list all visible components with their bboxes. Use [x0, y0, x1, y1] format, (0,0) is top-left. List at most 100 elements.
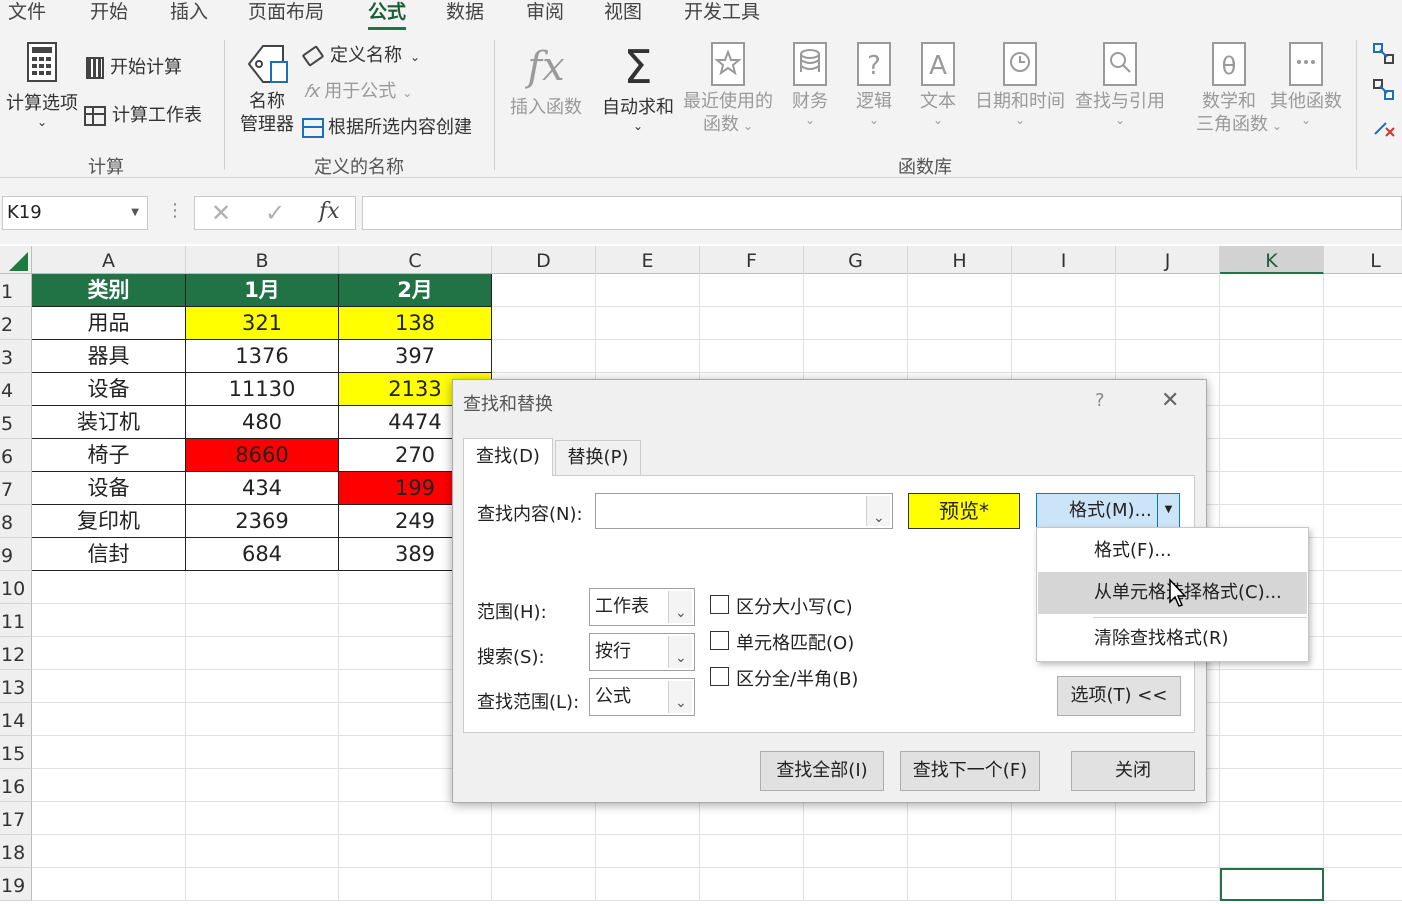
find-all-button[interactable]: 查找全部(I) — [760, 751, 884, 791]
tab-developer[interactable]: 开发工具 — [684, 0, 760, 30]
cell[interactable] — [32, 769, 186, 802]
cell[interactable] — [186, 703, 339, 736]
cell[interactable]: 设备 — [32, 373, 186, 406]
cell[interactable] — [492, 307, 596, 340]
column-header[interactable]: J — [1116, 246, 1220, 274]
cell[interactable] — [32, 670, 186, 703]
cell[interactable] — [1220, 703, 1324, 736]
cell[interactable] — [1324, 868, 1402, 901]
cell[interactable] — [804, 835, 908, 868]
cell[interactable] — [1324, 307, 1402, 340]
cell[interactable] — [908, 340, 1012, 373]
autosum-button[interactable]: Σ 自动求和 ⌄ — [598, 42, 678, 133]
cell[interactable]: 设备 — [32, 472, 186, 505]
row-header[interactable]: 16 — [0, 769, 32, 802]
tab-find[interactable]: 查找(D) — [463, 438, 553, 476]
row-header[interactable]: 14 — [0, 703, 32, 736]
cell[interactable] — [339, 868, 492, 901]
tab-review[interactable]: 审阅 — [526, 0, 564, 30]
row-header[interactable]: 3 — [0, 340, 32, 373]
name-box[interactable]: K19 ▼ — [2, 196, 148, 230]
row-header[interactable]: 10 — [0, 571, 32, 604]
tab-home[interactable]: 开始 — [90, 0, 128, 30]
find-what-combo[interactable]: ⌄ — [595, 493, 893, 529]
row-header[interactable]: 2 — [0, 307, 32, 340]
select-all-corner[interactable] — [0, 246, 32, 274]
format-split-button[interactable]: 格式(M)... ▼ — [1036, 493, 1180, 529]
column-header[interactable]: C — [339, 246, 492, 274]
match-width-checkbox[interactable] — [710, 667, 729, 686]
cell[interactable] — [1012, 340, 1116, 373]
cell[interactable]: 装订机 — [32, 406, 186, 439]
row-header[interactable]: 17 — [0, 802, 32, 835]
cell[interactable] — [1324, 472, 1402, 505]
cell[interactable] — [32, 736, 186, 769]
cell[interactable] — [1012, 802, 1116, 835]
cell[interactable]: 397 — [339, 340, 492, 373]
cell[interactable] — [1220, 736, 1324, 769]
lookin-select[interactable]: 公式 ⌄ — [589, 678, 695, 716]
logical-button[interactable]: ? 逻辑 ⌄ — [850, 42, 898, 127]
row-header[interactable]: 19 — [0, 868, 32, 901]
cell[interactable]: 器具 — [32, 340, 186, 373]
cell[interactable] — [804, 868, 908, 901]
column-header[interactable]: G — [804, 246, 908, 274]
column-header[interactable]: A — [32, 246, 186, 274]
cell[interactable]: 8660 — [186, 439, 339, 472]
cell[interactable] — [1324, 637, 1402, 670]
cell[interactable] — [1116, 802, 1220, 835]
cell[interactable] — [186, 637, 339, 670]
row-header[interactable]: 4 — [0, 373, 32, 406]
cell[interactable] — [492, 340, 596, 373]
cell[interactable]: 480 — [186, 406, 339, 439]
column-header[interactable]: D — [492, 246, 596, 274]
help-button[interactable]: ? — [1095, 390, 1105, 411]
cell[interactable] — [700, 307, 804, 340]
row-header[interactable]: 15 — [0, 736, 32, 769]
column-header[interactable]: L — [1324, 246, 1402, 274]
row-header[interactable]: 6 — [0, 439, 32, 472]
cell[interactable] — [1012, 835, 1116, 868]
cell[interactable] — [32, 868, 186, 901]
cancel-icon[interactable]: ✕ — [211, 199, 231, 227]
cell[interactable] — [1220, 274, 1324, 307]
cell[interactable] — [700, 835, 804, 868]
cell[interactable]: 434 — [186, 472, 339, 505]
cell[interactable] — [32, 835, 186, 868]
cell[interactable] — [1324, 538, 1402, 571]
cell[interactable] — [804, 802, 908, 835]
row-header[interactable]: 7 — [0, 472, 32, 505]
cell[interactable] — [186, 868, 339, 901]
text-button[interactable]: A 文本 ⌄ — [914, 42, 962, 127]
row-header[interactable]: 11 — [0, 604, 32, 637]
cell[interactable] — [1220, 340, 1324, 373]
cell[interactable] — [186, 769, 339, 802]
cell[interactable] — [1116, 835, 1220, 868]
insert-function-button[interactable]: fx 插入函数 — [506, 42, 586, 119]
column-header[interactable]: E — [596, 246, 700, 274]
cell[interactable] — [804, 307, 908, 340]
cell[interactable] — [1324, 736, 1402, 769]
cell[interactable] — [908, 835, 1012, 868]
cell[interactable] — [804, 274, 908, 307]
row-header[interactable]: 5 — [0, 406, 32, 439]
remove-arrows-icon[interactable] — [1372, 114, 1396, 138]
column-header[interactable]: B — [186, 246, 339, 274]
cell[interactable] — [1220, 769, 1324, 802]
cell[interactable] — [32, 571, 186, 604]
cell[interactable] — [492, 835, 596, 868]
cell[interactable] — [908, 802, 1012, 835]
cell[interactable] — [1012, 307, 1116, 340]
cell[interactable] — [339, 802, 492, 835]
chevron-down-icon[interactable]: ⌄ — [668, 591, 692, 623]
cell[interactable] — [1220, 439, 1324, 472]
cell[interactable] — [700, 802, 804, 835]
tab-insert[interactable]: 插入 — [170, 0, 208, 30]
table-header-cell[interactable]: 2月 — [339, 274, 492, 307]
cell[interactable] — [1220, 406, 1324, 439]
math-trig-button[interactable]: θ 数学和 三角函数 ⌄ — [1196, 42, 1282, 138]
define-name-button[interactable]: 定义名称 ⌄ — [301, 44, 420, 69]
options-button[interactable]: 选项(T) << — [1057, 676, 1181, 716]
cell[interactable] — [1324, 571, 1402, 604]
create-from-selection-button[interactable]: 根据所选内容创建 — [302, 116, 472, 139]
